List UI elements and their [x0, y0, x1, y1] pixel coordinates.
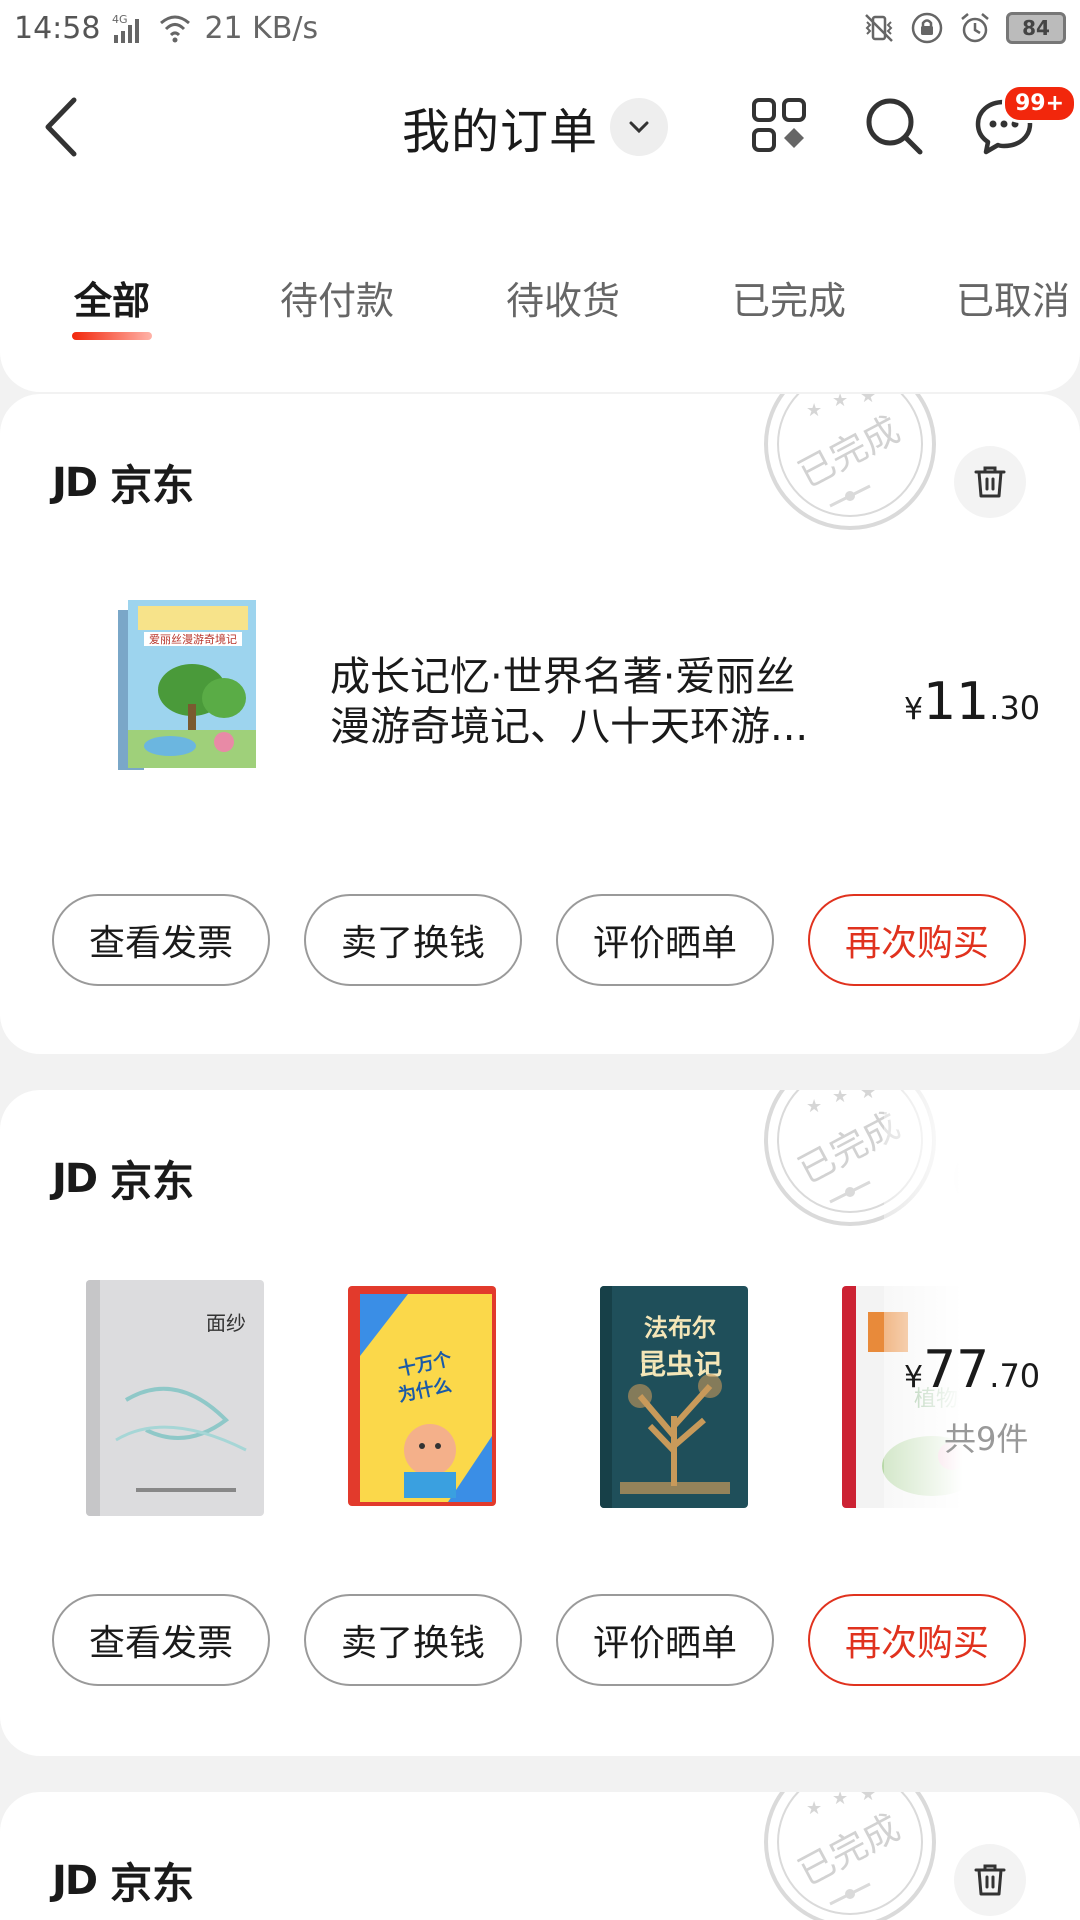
item-count: 共9件	[944, 1420, 1029, 1458]
battery-indicator: 84	[1006, 12, 1066, 44]
view-invoice-button[interactable]: 查看发票	[52, 894, 270, 986]
jd-logo: JD	[52, 1857, 98, 1904]
tab-pending-receipt[interactable]: 待收货	[506, 270, 620, 325]
title-dropdown[interactable]: 我的订单	[402, 94, 669, 160]
search-icon[interactable]	[862, 94, 926, 158]
message-badge: 99+	[1002, 84, 1078, 123]
tab-completed[interactable]: 已完成	[732, 270, 846, 325]
delete-order-button[interactable]	[954, 446, 1026, 518]
svg-text:已完成: 已完成	[792, 409, 907, 496]
navigation-bar: 我的订单 99+	[0, 72, 1080, 182]
svg-text:爱丽丝漫游奇境记: 爱丽丝漫游奇境记	[149, 632, 237, 646]
chevron-down-icon	[610, 98, 669, 156]
trash-icon	[974, 466, 1006, 498]
order-actions: 查看发票 卖了换钱 评价晒单 再次购买	[52, 1594, 1026, 1686]
svg-text:★: ★	[806, 1096, 822, 1117]
tab-cancelled[interactable]: 已取消	[956, 270, 1070, 325]
signal-4g-icon: 4G	[112, 13, 140, 43]
order-card[interactable]: JD 京东 已完成 ★ ★ ★ 爱丽丝漫游奇境记 成长记忆·世界名著·爱丽丝漫游…	[0, 394, 1080, 1054]
svg-text:已完成: 已完成	[792, 1807, 907, 1894]
order-price: ¥11.30	[904, 672, 1041, 732]
order-tabs: 全部 待付款 待收货 已完成 已取消	[0, 262, 1080, 342]
resell-button[interactable]: 卖了换钱	[304, 1594, 522, 1686]
product-image[interactable]: 面纱	[86, 1280, 264, 1516]
page-title: 我的订单	[402, 104, 599, 160]
tab-pending-payment[interactable]: 待付款	[280, 270, 394, 325]
buy-again-button[interactable]: 再次购买	[808, 1594, 1026, 1686]
order-card[interactable]: JD 京东 已完成 ★ ★ ★ 面纱 十万个 为什么 法布尔 昆虫记 ¥77.7…	[0, 1090, 1080, 1756]
completed-stamp-icon: 已完成 ★ ★ ★	[764, 1792, 936, 1920]
wifi-icon	[160, 15, 191, 43]
trash-icon	[974, 1864, 1006, 1896]
product-title[interactable]: 成长记忆·世界名著·爱丽丝漫游奇境记、八十天环游...	[330, 652, 810, 752]
tab-all[interactable]: 全部	[74, 270, 150, 325]
order-price: ¥77.70	[904, 1340, 1041, 1400]
review-button[interactable]: 评价晒单	[556, 894, 774, 986]
shop-name: 京东	[110, 1859, 195, 1908]
svg-text:★: ★	[860, 394, 876, 407]
order-actions: 查看发票 卖了换钱 评价晒单 再次购买	[52, 894, 1026, 986]
shop-name: 京东	[110, 1157, 195, 1206]
view-invoice-button[interactable]: 查看发票	[52, 1594, 270, 1686]
grid-menu-icon[interactable]	[748, 94, 812, 158]
svg-text:★: ★	[860, 1090, 876, 1103]
vibrate-icon	[865, 14, 893, 42]
shop-header[interactable]: JD 京东	[52, 452, 194, 513]
status-bar: 14:58 4G 21 KB/s 84	[0, 0, 1080, 56]
status-time: 14:58	[14, 10, 101, 46]
order-card[interactable]: JD 京东 已完成 ★ ★ ★	[0, 1792, 1080, 1920]
completed-stamp-icon: 已完成 ★ ★ ★	[764, 394, 936, 530]
alarm-icon	[961, 13, 989, 43]
svg-text:面纱: 面纱	[206, 1311, 246, 1335]
shop-name: 京东	[110, 461, 195, 510]
shop-header[interactable]: JD 京东	[52, 1148, 194, 1209]
product-image[interactable]: 爱丽丝漫游奇境记	[112, 594, 262, 774]
svg-text:★: ★	[832, 1090, 848, 1107]
svg-text:法布尔: 法布尔	[644, 1314, 716, 1342]
resell-button[interactable]: 卖了换钱	[304, 894, 522, 986]
tab-indicator	[72, 332, 152, 340]
review-button[interactable]: 评价晒单	[556, 1594, 774, 1686]
svg-text:★: ★	[832, 394, 848, 411]
product-image[interactable]: 法布尔 昆虫记	[600, 1286, 748, 1508]
jd-logo: JD	[52, 459, 98, 506]
lock-rotation-icon	[911, 12, 943, 44]
svg-text:★: ★	[806, 1798, 822, 1819]
buy-again-button[interactable]: 再次购买	[808, 894, 1026, 986]
delete-order-button[interactable]	[954, 1844, 1026, 1916]
header-panel: 14:58 4G 21 KB/s 84 我的订单 99+ 全部 待付款 待收货 …	[0, 0, 1080, 392]
network-speed: 21 KB/s	[204, 10, 319, 46]
svg-text:★: ★	[832, 1792, 848, 1809]
product-image[interactable]: 十万个 为什么	[348, 1286, 496, 1506]
svg-text:★: ★	[806, 400, 822, 421]
svg-text:★: ★	[860, 1792, 876, 1805]
svg-text:4G: 4G	[112, 13, 128, 26]
jd-logo: JD	[52, 1155, 98, 1202]
back-arrow-icon[interactable]	[38, 94, 88, 160]
shop-header[interactable]: JD 京东	[52, 1850, 194, 1911]
